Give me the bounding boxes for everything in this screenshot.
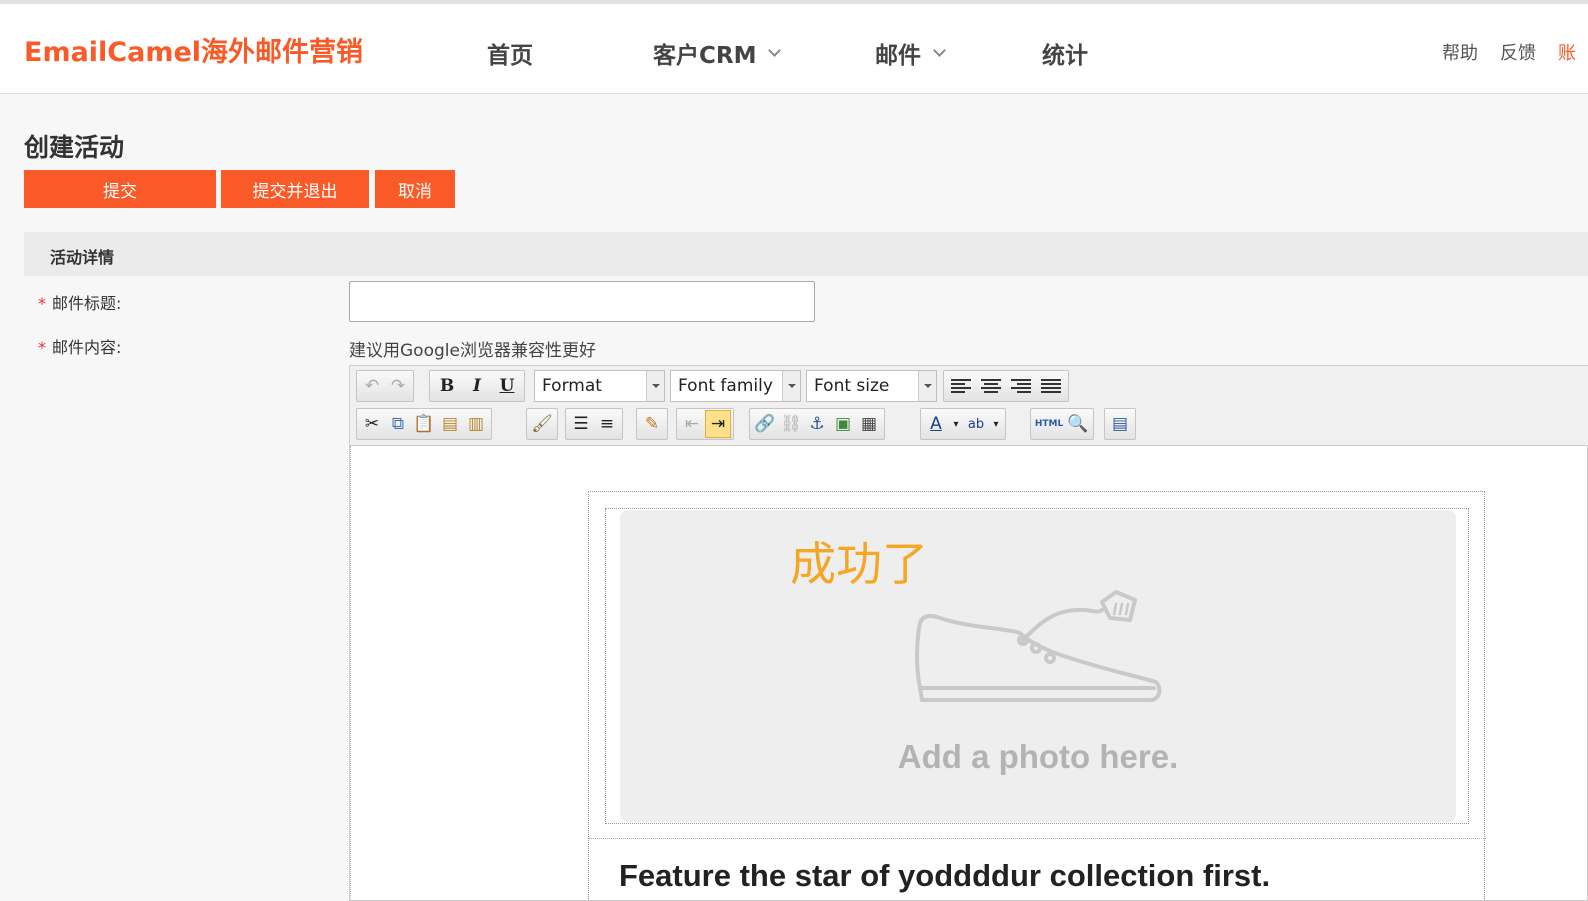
format-select[interactable]: Format <box>534 370 665 402</box>
cleanup-group: 🖌 <box>526 408 558 440</box>
bold-button[interactable]: B <box>432 372 462 400</box>
cancel-button[interactable]: 取消 <box>375 170 455 208</box>
editor-content-area[interactable]: 成功了 Add a photo here. Feature the star o… <box>350 446 1588 901</box>
font-size-select[interactable]: Font size <box>806 370 937 402</box>
nav-crm-label: 客户CRM <box>653 43 757 69</box>
photo-placeholder[interactable]: 成功了 Add a photo here. <box>620 510 1456 822</box>
photo-caption: Add a photo here. <box>897 738 1179 775</box>
underline-button[interactable]: U <box>492 372 522 400</box>
indent-group: ⇤ ⇥ <box>676 408 734 440</box>
subject-label: * 邮件标题: <box>38 290 121 314</box>
dropdown-arrow-icon <box>918 371 936 401</box>
nav-home[interactable]: 首页 <box>487 36 533 70</box>
chevron-down-icon <box>768 43 782 57</box>
dropdown-arrow-icon <box>646 371 664 401</box>
section-header: 活动详情 <box>24 232 1588 276</box>
font-family-label: Font family <box>678 376 773 396</box>
template-block[interactable]: 成功了 Add a photo here. Feature the star o… <box>588 491 1486 901</box>
overlay-text: 成功了 <box>790 537 928 591</box>
image-icon[interactable]: ▣ <box>830 410 856 438</box>
format-select-label: Format <box>542 376 602 396</box>
cut-icon[interactable]: ✂ <box>359 410 385 438</box>
content-label: * 邮件内容: <box>38 334 121 358</box>
align-center-icon[interactable] <box>976 372 1006 400</box>
logo[interactable]: EmailCamel海外邮件营销 <box>24 30 363 69</box>
feature-heading[interactable]: Feature the star of yoddddur collection … <box>619 858 1270 894</box>
text-style-group: B I U <box>429 370 525 402</box>
photo-frame[interactable]: 成功了 Add a photo here. <box>605 508 1469 824</box>
nav-mail[interactable]: 邮件 <box>875 36 946 70</box>
subject-input[interactable] <box>349 281 815 322</box>
bullet-list-icon[interactable]: ☰ <box>568 410 594 438</box>
required-mark: * <box>38 294 46 313</box>
copy-icon[interactable]: ⧉ <box>385 410 411 438</box>
numbered-list-icon[interactable]: ≡ <box>594 410 620 438</box>
submit-button[interactable]: 提交 <box>24 170 216 208</box>
italic-button[interactable]: I <box>462 372 492 400</box>
subject-label-text: 邮件标题: <box>52 294 122 313</box>
redo-icon[interactable]: ↷ <box>385 372 411 400</box>
highlight-color-icon[interactable]: ab <box>963 410 989 438</box>
source-group: HTML 🔍 <box>1030 408 1094 440</box>
undo-icon[interactable]: ↶ <box>359 372 385 400</box>
anchor-icon[interactable]: ⚓ <box>804 410 830 438</box>
link-media-group: 🔗 ⛓ ⚓ ▣ ▦ <box>749 408 885 440</box>
nav-stats-label: 统计 <box>1042 43 1088 69</box>
link-icon[interactable]: 🔗 <box>752 410 778 438</box>
template-icon[interactable]: ▤ <box>1107 410 1133 438</box>
outdent-icon[interactable]: ⇤ <box>679 410 705 438</box>
paste-word-icon[interactable]: ▥ <box>463 410 489 438</box>
clear-format-icon[interactable]: 🖌 <box>529 410 555 438</box>
text-color-icon[interactable]: A <box>923 410 949 438</box>
chevron-down-icon <box>933 43 946 57</box>
align-justify-icon[interactable] <box>1036 372 1066 400</box>
template-group: ▤ <box>1104 408 1136 440</box>
content-label-text: 邮件内容: <box>52 338 122 357</box>
nav-crm[interactable]: 客户CRM <box>653 36 782 70</box>
alignment-group <box>943 370 1069 402</box>
chevron-down-icon[interactable]: ▾ <box>949 410 963 438</box>
paste-icon[interactable]: 📋 <box>411 410 437 438</box>
color-group: A ▾ ab ▾ <box>920 408 1006 440</box>
font-family-select[interactable]: Font family <box>670 370 801 402</box>
history-group: ↶ ↷ <box>356 370 414 402</box>
divider <box>589 838 1486 839</box>
clipboard-group: ✂ ⧉ 📋 ▤ ▥ <box>356 408 492 440</box>
top-header: EmailCamel海外邮件营销 首页 客户CRM 邮件 统计 帮助 反馈 账 <box>0 4 1588 94</box>
font-size-label: Font size <box>814 376 890 396</box>
list-group: ☰ ≡ <box>565 408 623 440</box>
nav-stats[interactable]: 统计 <box>1042 36 1088 70</box>
browser-hint: 建议用Google浏览器兼容性更好 <box>349 341 596 361</box>
nav-mail-label: 邮件 <box>875 43 921 69</box>
unlink-icon[interactable]: ⛓ <box>778 410 804 438</box>
dropdown-arrow-icon <box>782 371 800 401</box>
edit-group: ✎ <box>636 408 668 440</box>
edit-icon[interactable]: ✎ <box>639 410 665 438</box>
shoe-icon <box>915 590 1162 702</box>
account-link[interactable]: 账 <box>1558 39 1576 65</box>
chevron-down-icon[interactable]: ▾ <box>989 410 1003 438</box>
align-right-icon[interactable] <box>1006 372 1036 400</box>
submit-exit-button[interactable]: 提交并退出 <box>221 170 369 208</box>
required-mark: * <box>38 338 46 357</box>
indent-icon[interactable]: ⇥ <box>705 410 731 438</box>
help-link[interactable]: 帮助 <box>1442 39 1478 65</box>
section-title: 活动详情 <box>50 248 115 267</box>
paste-text-icon[interactable]: ▤ <box>437 410 463 438</box>
align-left-icon[interactable] <box>946 372 976 400</box>
editor-toolbar: ↶ ↷ B I U Format Font family Font size ✂… <box>350 366 1588 446</box>
rich-text-editor[interactable]: ↶ ↷ B I U Format Font family Font size ✂… <box>349 365 1588 901</box>
feedback-link[interactable]: 反馈 <box>1500 39 1536 65</box>
html-source-icon[interactable]: HTML <box>1033 410 1065 438</box>
preview-icon[interactable]: 🔍 <box>1065 410 1091 438</box>
page-title: 创建活动 <box>24 133 125 162</box>
nav-home-label: 首页 <box>487 43 533 69</box>
media-icon[interactable]: ▦ <box>856 410 882 438</box>
